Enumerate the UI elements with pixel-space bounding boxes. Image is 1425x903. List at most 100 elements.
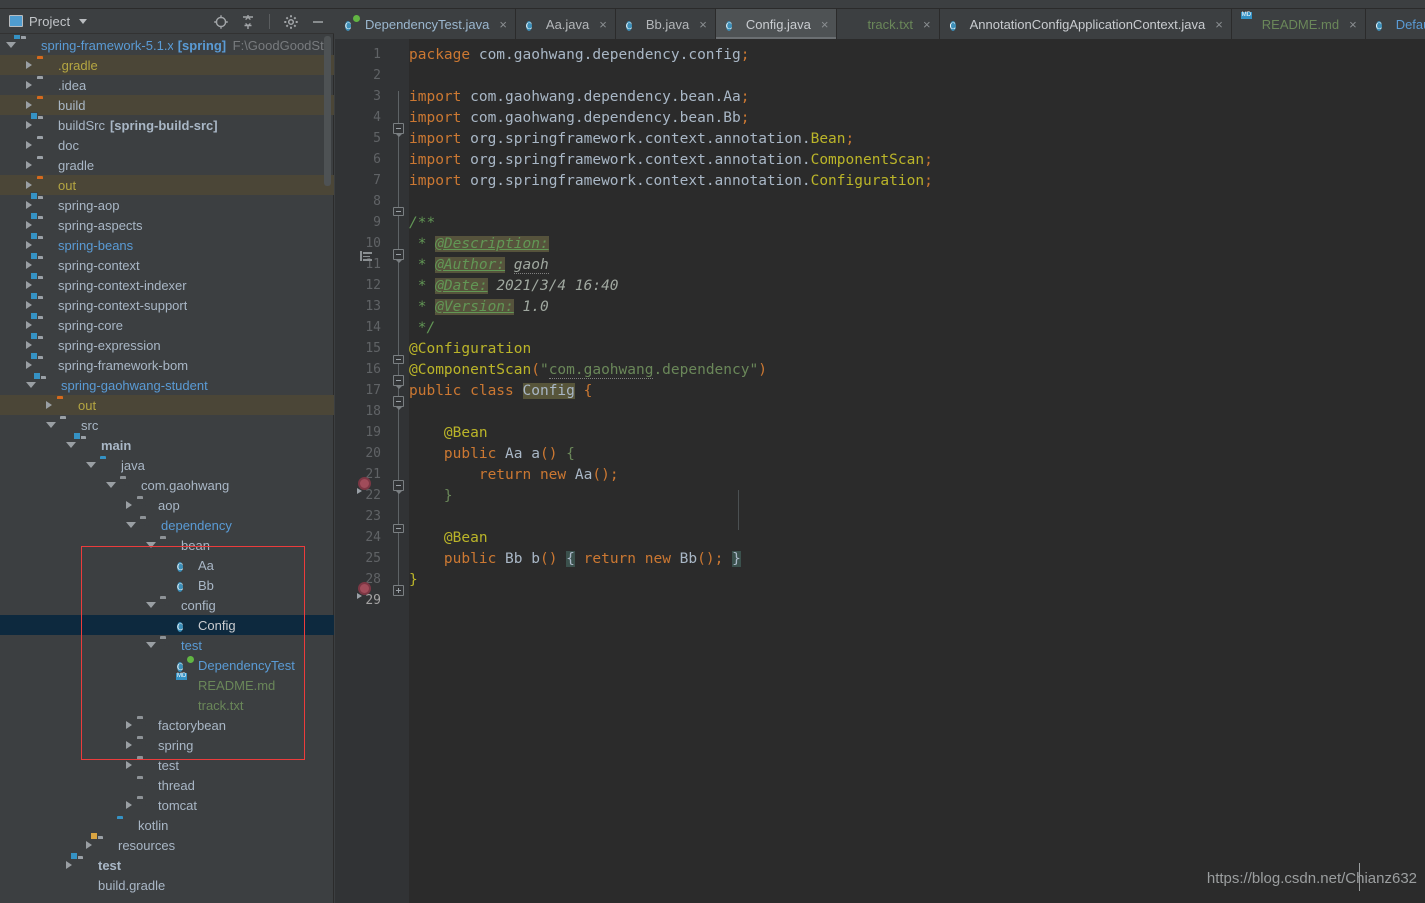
tree-item-test[interactable]: test: [0, 755, 334, 775]
close-icon[interactable]: ×: [923, 18, 931, 31]
chevron-collapsed-icon[interactable]: [26, 161, 32, 169]
tree-item-spring-context-support[interactable]: spring-context-support: [0, 295, 334, 315]
tree-item-readme-md[interactable]: README.md: [0, 675, 334, 695]
spring-bean-gutter-icon[interactable]: [357, 582, 373, 599]
tree-item-dependency[interactable]: dependency: [0, 515, 334, 535]
code-line[interactable]: * @Description:: [409, 236, 549, 252]
code-line[interactable]: import org.springframework.context.annot…: [409, 131, 854, 147]
chevron-collapsed-icon[interactable]: [126, 761, 132, 769]
tree-root-row[interactable]: spring-framework-5.1.x [spring] F:\GoodG…: [0, 35, 334, 55]
tree-item-spring[interactable]: spring: [0, 735, 334, 755]
code-line[interactable]: * @Date: 2021/3/4 16:40: [409, 278, 619, 294]
chevron-collapsed-icon[interactable]: [26, 221, 32, 229]
tree-item-bb[interactable]: C Bb: [0, 575, 334, 595]
code-line[interactable]: public Aa a() {: [409, 446, 575, 462]
tree-item-spring-gaohwang-student[interactable]: spring-gaohwang-student: [0, 375, 334, 395]
tree-item-spring-framework-bom[interactable]: spring-framework-bom: [0, 355, 334, 375]
editor-tab-config-java[interactable]: C Config.java ×: [715, 9, 838, 39]
chevron-collapsed-icon[interactable]: [26, 81, 32, 89]
code-line[interactable]: @Bean: [409, 530, 488, 546]
chevron-expanded-icon[interactable]: [46, 422, 56, 428]
tree-item-dependencytest[interactable]: C DependencyTest: [0, 655, 334, 675]
tree-item-build-gradle[interactable]: build.gradle: [0, 875, 334, 895]
code-line[interactable]: public Bb b() { return new Bb(); }: [409, 551, 741, 567]
tree-item-thread[interactable]: thread: [0, 775, 334, 795]
tree-item-doc[interactable]: doc: [0, 135, 334, 155]
close-icon[interactable]: ×: [821, 18, 829, 31]
chevron-collapsed-icon[interactable]: [26, 181, 32, 189]
tree-item-gradle[interactable]: gradle: [0, 155, 334, 175]
chevron-collapsed-icon[interactable]: [26, 121, 32, 129]
code-line[interactable]: */: [409, 320, 435, 336]
code-line[interactable]: * @Version: 1.0: [409, 299, 549, 315]
chevron-collapsed-icon[interactable]: [126, 801, 132, 809]
tree-item-test[interactable]: test: [0, 635, 334, 655]
tree-item--idea[interactable]: .idea: [0, 75, 334, 95]
tree-item-kotlin[interactable]: kotlin: [0, 815, 334, 835]
code-line[interactable]: * @Author: gaoh: [409, 257, 549, 274]
code-line[interactable]: import org.springframework.context.annot…: [409, 152, 933, 168]
tree-item-src[interactable]: src: [0, 415, 334, 435]
chevron-expanded-icon[interactable]: [106, 482, 116, 488]
tree-item-spring-expression[interactable]: spring-expression: [0, 335, 334, 355]
tree-item-bean[interactable]: bean: [0, 535, 334, 555]
code-line[interactable]: @ComponentScan("com.gaohwang.dependency"…: [409, 362, 767, 379]
chevron-collapsed-icon[interactable]: [66, 861, 72, 869]
tree-item-spring-aspects[interactable]: spring-aspects: [0, 215, 334, 235]
tree-item-spring-context[interactable]: spring-context: [0, 255, 334, 275]
fold-widget-imports[interactable]: [393, 123, 404, 137]
chevron-collapsed-icon[interactable]: [26, 101, 32, 109]
editor-tab-track-txt[interactable]: track.txt ×: [837, 9, 940, 39]
editor-tab-defaultsingleton[interactable]: C DefaultSingleton: [1366, 9, 1425, 39]
chevron-collapsed-icon[interactable]: [26, 341, 32, 349]
tree-item-factorybean[interactable]: factorybean: [0, 715, 334, 735]
fold-end-method-a[interactable]: [393, 524, 404, 533]
code-line[interactable]: return new Aa();: [409, 467, 619, 483]
editor-tab-dependencytest-java[interactable]: C DependencyTest.java ×: [335, 9, 516, 39]
collapse-all-icon[interactable]: [240, 14, 256, 30]
code-line[interactable]: }: [409, 488, 453, 504]
editor-tab-aa-java[interactable]: C Aa.java ×: [516, 9, 616, 39]
code-line[interactable]: @Configuration: [409, 341, 531, 357]
code-line[interactable]: import com.gaohwang.dependency.bean.Aa;: [409, 89, 749, 105]
chevron-collapsed-icon[interactable]: [26, 261, 32, 269]
close-icon[interactable]: ×: [699, 18, 707, 31]
chevron-collapsed-icon[interactable]: [46, 401, 52, 409]
code-text-area[interactable]: package com.gaohwang.dependency.config; i…: [409, 39, 1425, 903]
chevron-expanded-icon[interactable]: [146, 542, 156, 548]
close-icon[interactable]: ×: [1215, 18, 1223, 31]
tree-item-out[interactable]: out: [0, 395, 334, 415]
fold-widget-javadoc[interactable]: [393, 249, 404, 263]
chevron-collapsed-icon[interactable]: [26, 301, 32, 309]
tree-item-aa[interactable]: C Aa: [0, 555, 334, 575]
close-icon[interactable]: ×: [1349, 18, 1357, 31]
chevron-expanded-icon[interactable]: [26, 382, 36, 388]
code-line[interactable]: import org.springframework.context.annot…: [409, 173, 933, 189]
chevron-expanded-icon[interactable]: [146, 642, 156, 648]
tree-item-resources[interactable]: resources: [0, 835, 334, 855]
chevron-expanded-icon[interactable]: [86, 462, 96, 468]
editor-tab-readme-md[interactable]: README.md ×: [1232, 9, 1366, 39]
tree-item-out[interactable]: out: [0, 175, 334, 195]
project-tree[interactable]: spring-framework-5.1.x [spring] F:\GoodG…: [0, 35, 334, 903]
chevron-expanded-icon[interactable]: [6, 42, 16, 48]
tree-item-track-txt[interactable]: track.txt: [0, 695, 334, 715]
code-line[interactable]: }: [409, 572, 418, 588]
code-line[interactable]: public class Config {: [409, 383, 592, 399]
tree-item-aop[interactable]: aop: [0, 495, 334, 515]
chevron-collapsed-icon[interactable]: [26, 281, 32, 289]
tree-item-spring-beans[interactable]: spring-beans: [0, 235, 334, 255]
tree-item-spring-core[interactable]: spring-core: [0, 315, 334, 335]
chevron-collapsed-icon[interactable]: [26, 141, 32, 149]
chevron-collapsed-icon[interactable]: [26, 361, 32, 369]
tree-item-com-gaohwang[interactable]: com.gaohwang: [0, 475, 334, 495]
editor-tab-bb-java[interactable]: C Bb.java ×: [616, 9, 716, 39]
chevron-expanded-icon[interactable]: [146, 602, 156, 608]
fold-end-javadoc[interactable]: [393, 355, 404, 364]
chevron-collapsed-icon[interactable]: [126, 741, 132, 749]
editor-tab-annotationconfigapplicationcontext-java[interactable]: C AnnotationConfigApplicationContext.java…: [940, 9, 1232, 39]
tree-item-spring-context-indexer[interactable]: spring-context-indexer: [0, 275, 334, 295]
tree-item-main[interactable]: main: [0, 435, 334, 455]
tree-item-java[interactable]: java: [0, 455, 334, 475]
minimize-icon[interactable]: [310, 14, 326, 30]
